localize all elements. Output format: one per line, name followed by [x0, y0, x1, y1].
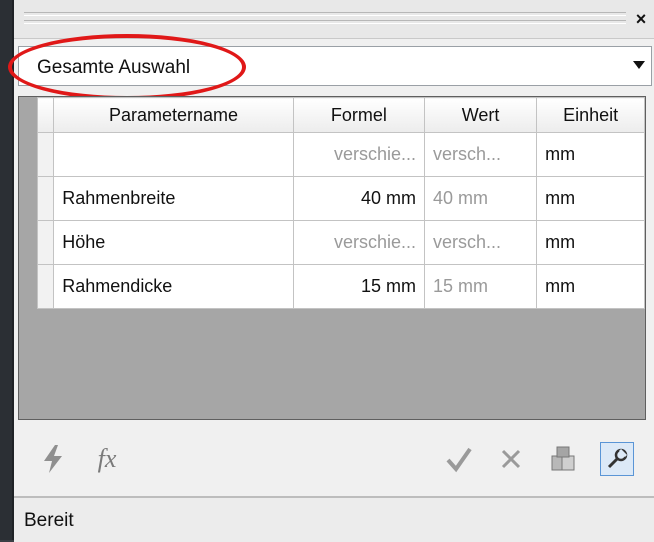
status-text: Bereit: [24, 510, 74, 531]
table-row[interactable]: Rahmendicke 15 mm 15 mm mm: [36, 264, 645, 309]
cell-wert[interactable]: 40 mm: [424, 176, 538, 221]
selection-value: Gesamte Auswahl: [37, 57, 191, 78]
column-header-formel[interactable]: Formel: [292, 97, 426, 133]
settings-wrench-icon[interactable]: [600, 442, 634, 476]
cell-formel[interactable]: 40 mm: [292, 176, 426, 221]
column-header-parametername[interactable]: Parametername: [53, 97, 294, 133]
panel-titlebar[interactable]: ×: [14, 0, 654, 39]
parameters-table: Parametername Formel Wert Einheit Breite…: [36, 97, 645, 309]
row-header[interactable]: [36, 264, 55, 309]
status-bar: Bereit: [14, 496, 654, 542]
cell-einheit[interactable]: mm: [536, 132, 645, 177]
cell-einheit[interactable]: mm: [536, 220, 645, 265]
selection-dropdown[interactable]: Gesamte Auswahl: [18, 46, 652, 86]
corner-header: [36, 97, 55, 133]
table-row[interactable]: Höhe verschie... versch... mm: [36, 220, 645, 265]
chevron-down-icon[interactable]: [633, 61, 645, 69]
cell-parametername[interactable]: Höhe: [53, 220, 294, 265]
fx-label: fx: [97, 444, 117, 473]
column-header-wert[interactable]: Wert: [424, 97, 538, 133]
parameters-grid: Parametername Formel Wert Einheit Breite…: [18, 96, 646, 420]
check-icon[interactable]: [442, 442, 476, 476]
cell-formel[interactable]: verschie...: [292, 220, 426, 265]
drag-grip[interactable]: [24, 20, 626, 24]
cell-wert[interactable]: versch...: [424, 220, 538, 265]
cell-wert[interactable]: versch...: [424, 132, 538, 177]
window-frame: [0, 0, 12, 540]
delete-icon[interactable]: [494, 442, 528, 476]
lightning-icon[interactable]: [36, 442, 70, 476]
close-icon[interactable]: ×: [630, 8, 652, 30]
table-row[interactable]: Rahmenbreite 40 mm 40 mm mm: [36, 176, 645, 221]
fx-icon[interactable]: fx: [90, 442, 124, 476]
parameters-toolbar: fx: [14, 430, 654, 488]
drag-grip[interactable]: [24, 12, 626, 16]
cell-einheit[interactable]: mm: [536, 264, 645, 309]
cell-einheit[interactable]: mm: [536, 176, 645, 221]
table-header-row: Parametername Formel Wert Einheit: [36, 97, 645, 133]
blocks-icon[interactable]: [546, 442, 580, 476]
row-header[interactable]: [36, 176, 55, 221]
cell-formel[interactable]: verschie...: [292, 132, 426, 177]
cell-formel[interactable]: 15 mm: [292, 264, 426, 309]
row-header[interactable]: [36, 132, 55, 177]
cell-parametername[interactable]: Rahmendicke: [53, 264, 294, 309]
cell-wert[interactable]: 15 mm: [424, 264, 538, 309]
cell-parametername[interactable]: Breite: [53, 132, 294, 177]
cell-parametername[interactable]: Rahmenbreite: [53, 176, 294, 221]
table-row[interactable]: Breite verschie... versch... mm: [36, 132, 645, 177]
parameters-panel: × Gesamte Auswahl Parametername Formel W…: [8, 0, 654, 542]
column-header-einheit[interactable]: Einheit: [536, 97, 645, 133]
row-header[interactable]: [36, 220, 55, 265]
